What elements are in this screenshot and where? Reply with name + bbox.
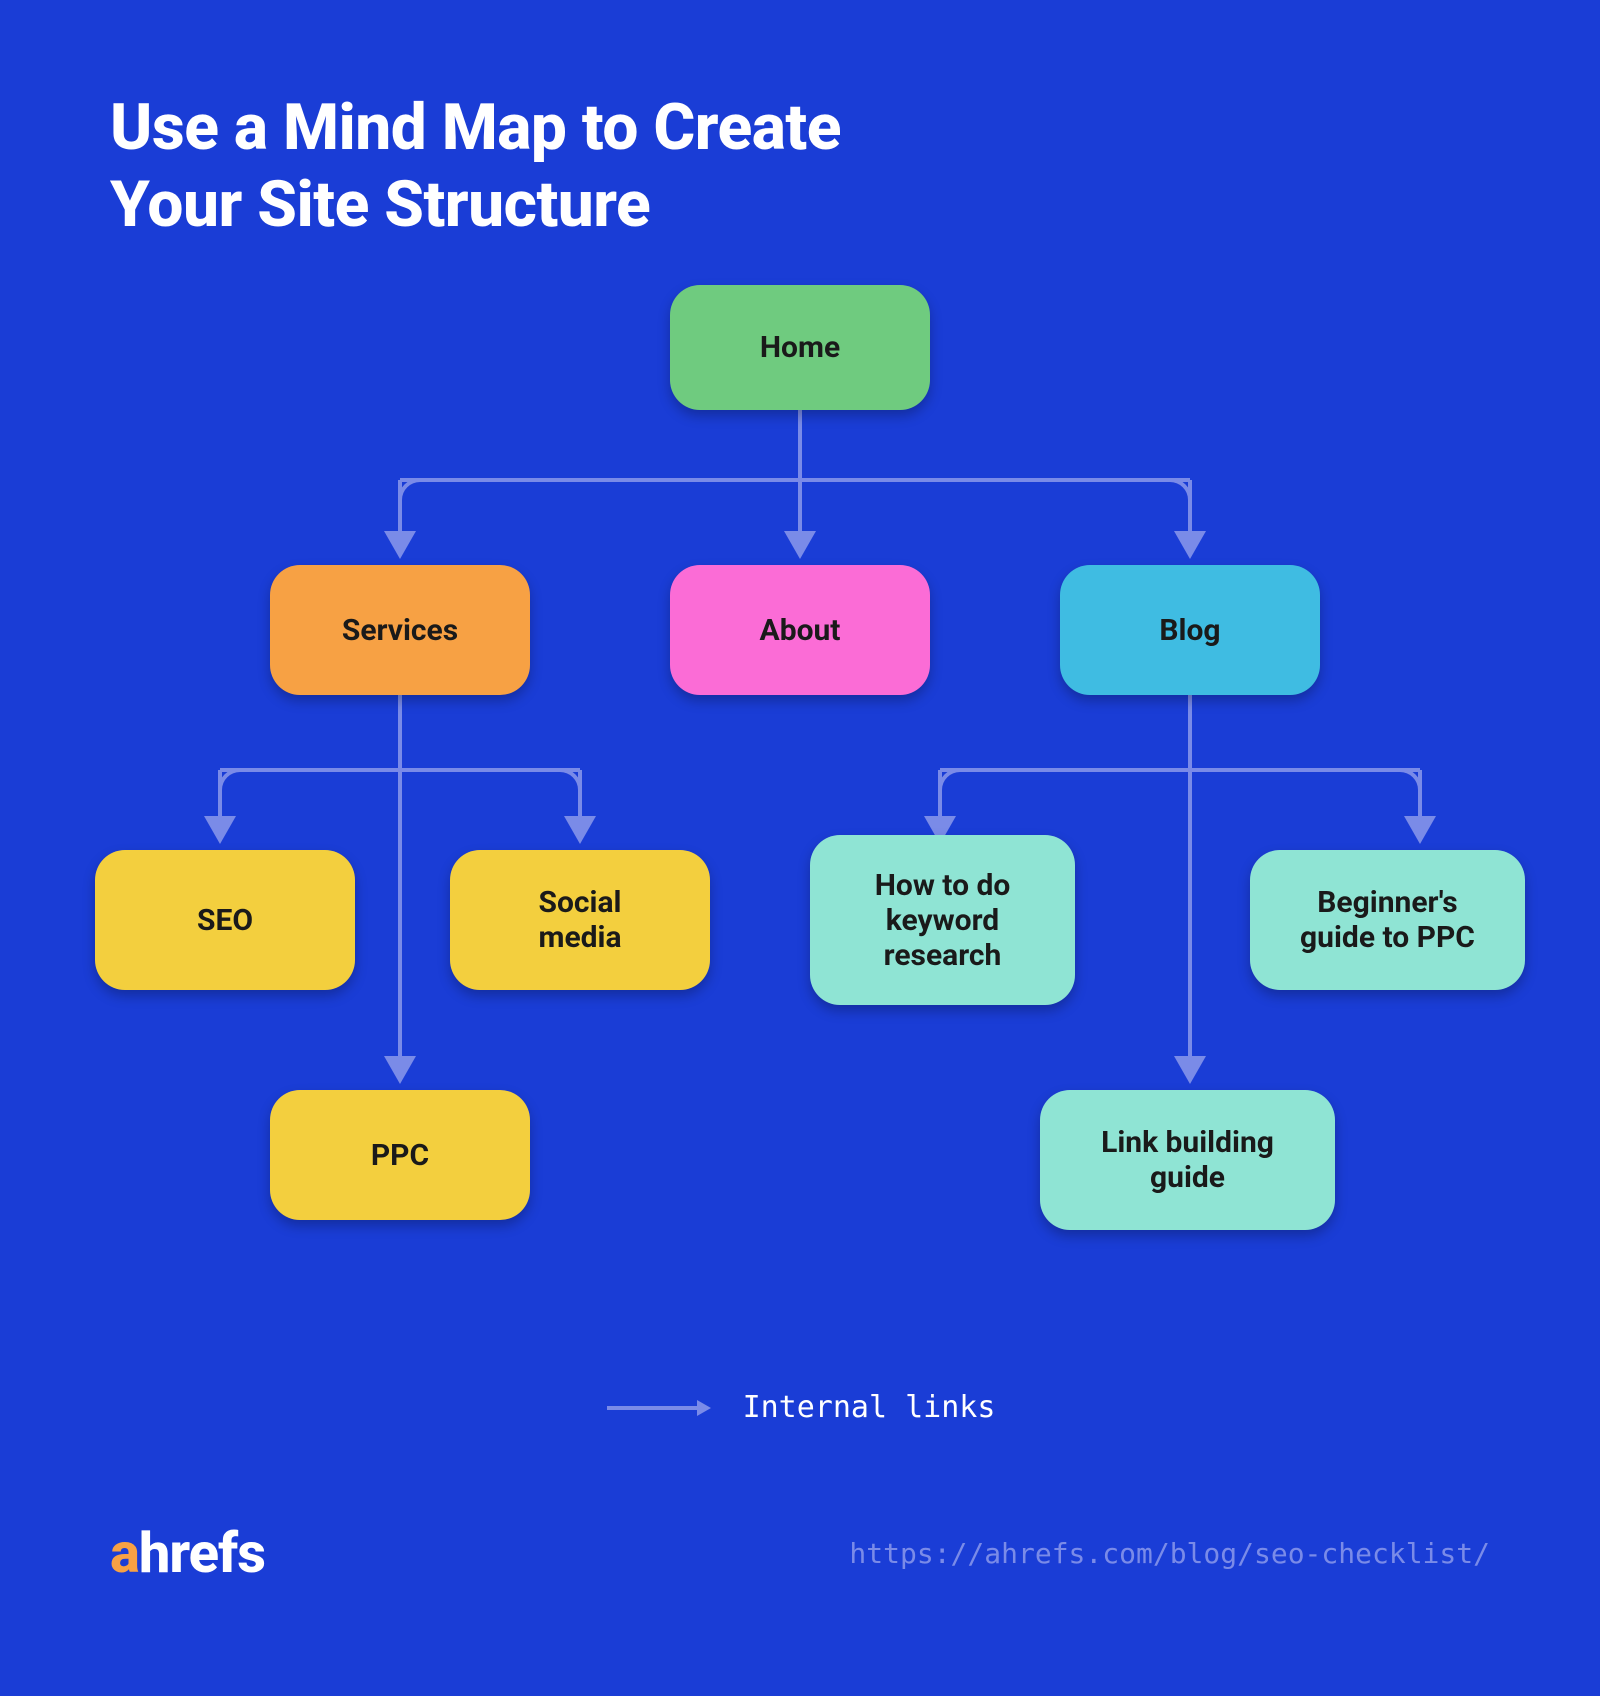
- node-home: Home: [670, 285, 930, 410]
- node-beginners-guide-ppc: Beginner'sguide to PPC: [1250, 850, 1525, 990]
- diagram-title: Use a Mind Map to CreateYour Site Struct…: [110, 90, 841, 244]
- node-about: About: [670, 565, 930, 695]
- node-how-keyword-research: How to dokeywordresearch: [810, 835, 1075, 1005]
- node-ppc: PPC: [270, 1090, 530, 1220]
- ahrefs-logo: ahrefs: [110, 1520, 265, 1586]
- arrow-icon: [605, 1396, 715, 1420]
- node-seo: SEO: [95, 850, 355, 990]
- node-services: Services: [270, 565, 530, 695]
- node-blog: Blog: [1060, 565, 1320, 695]
- logo-text: hrefs: [139, 1520, 265, 1586]
- legend-label: Internal links: [743, 1390, 996, 1425]
- mind-map-diagram: Home Services About Blog SEO Socialmedia…: [110, 280, 1490, 1330]
- legend: Internal links: [0, 1390, 1600, 1425]
- source-url: https://ahrefs.com/blog/seo-checklist/: [849, 1537, 1490, 1570]
- logo-accent: a: [110, 1520, 139, 1586]
- node-social-media: Socialmedia: [450, 850, 710, 990]
- footer: ahrefs https://ahrefs.com/blog/seo-check…: [110, 1520, 1490, 1586]
- node-link-building-guide: Link buildingguide: [1040, 1090, 1335, 1230]
